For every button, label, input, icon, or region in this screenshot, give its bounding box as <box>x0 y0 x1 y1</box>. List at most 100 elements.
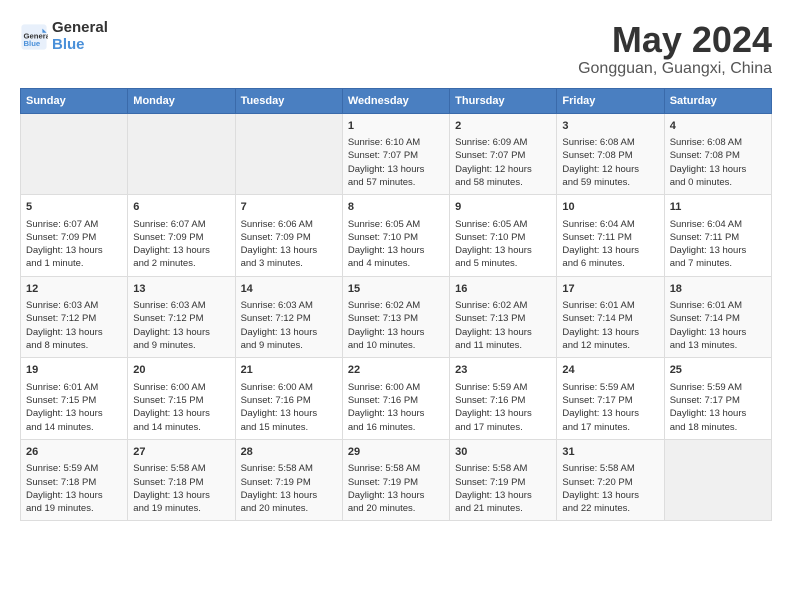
day-info: Sunrise: 6:01 AM <box>670 299 766 312</box>
day-number: 19 <box>26 363 122 378</box>
day-info: Sunset: 7:19 PM <box>348 476 444 489</box>
day-info: Daylight: 13 hours <box>562 244 658 257</box>
day-info: Daylight: 13 hours <box>133 407 229 420</box>
calendar-cell <box>128 113 235 195</box>
day-info: Sunset: 7:09 PM <box>241 231 337 244</box>
calendar-cell: 22Sunrise: 6:00 AMSunset: 7:16 PMDayligh… <box>342 358 449 440</box>
day-info: Daylight: 13 hours <box>348 489 444 502</box>
day-info: and 59 minutes. <box>562 176 658 189</box>
calendar-cell: 17Sunrise: 6:01 AMSunset: 7:14 PMDayligh… <box>557 276 664 358</box>
day-info: Daylight: 13 hours <box>562 407 658 420</box>
calendar-week-row: 12Sunrise: 6:03 AMSunset: 7:12 PMDayligh… <box>21 276 772 358</box>
day-info: and 3 minutes. <box>241 257 337 270</box>
day-info: Daylight: 13 hours <box>455 326 551 339</box>
day-info: Sunrise: 5:58 AM <box>241 462 337 475</box>
day-info: Daylight: 13 hours <box>455 407 551 420</box>
logo-text-line2: Blue <box>52 37 108 54</box>
page-header: General Blue General Blue May 2024 Gongg… <box>20 20 772 78</box>
day-number: 1 <box>348 119 444 134</box>
day-number: 10 <box>562 200 658 215</box>
day-info: Daylight: 13 hours <box>562 489 658 502</box>
calendar-week-row: 26Sunrise: 5:59 AMSunset: 7:18 PMDayligh… <box>21 439 772 521</box>
calendar-cell <box>664 439 771 521</box>
day-info: Daylight: 13 hours <box>670 407 766 420</box>
calendar-cell: 16Sunrise: 6:02 AMSunset: 7:13 PMDayligh… <box>450 276 557 358</box>
day-info: Daylight: 13 hours <box>241 326 337 339</box>
day-number: 25 <box>670 363 766 378</box>
day-number: 31 <box>562 445 658 460</box>
day-info: and 18 minutes. <box>670 421 766 434</box>
calendar-cell: 8Sunrise: 6:05 AMSunset: 7:10 PMDaylight… <box>342 195 449 277</box>
day-info: Sunrise: 6:06 AM <box>241 218 337 231</box>
day-info: Sunrise: 6:01 AM <box>26 381 122 394</box>
day-info: Sunrise: 5:58 AM <box>133 462 229 475</box>
day-number: 27 <box>133 445 229 460</box>
day-info: Sunrise: 6:10 AM <box>348 136 444 149</box>
calendar-cell: 2Sunrise: 6:09 AMSunset: 7:07 PMDaylight… <box>450 113 557 195</box>
calendar-cell: 4Sunrise: 6:08 AMSunset: 7:08 PMDaylight… <box>664 113 771 195</box>
day-number: 23 <box>455 363 551 378</box>
calendar-title: May 2024 <box>578 20 772 60</box>
day-info: Sunrise: 6:03 AM <box>133 299 229 312</box>
day-info: and 5 minutes. <box>455 257 551 270</box>
day-info: Sunset: 7:07 PM <box>455 149 551 162</box>
day-info: Sunrise: 5:59 AM <box>562 381 658 394</box>
day-number: 24 <box>562 363 658 378</box>
day-info: Sunset: 7:16 PM <box>455 394 551 407</box>
day-info: Sunset: 7:13 PM <box>455 312 551 325</box>
calendar-cell: 13Sunrise: 6:03 AMSunset: 7:12 PMDayligh… <box>128 276 235 358</box>
day-info: Daylight: 13 hours <box>133 489 229 502</box>
day-info: Sunrise: 6:08 AM <box>562 136 658 149</box>
calendar-cell: 1Sunrise: 6:10 AMSunset: 7:07 PMDaylight… <box>342 113 449 195</box>
day-info: Sunrise: 5:59 AM <box>455 381 551 394</box>
day-number: 13 <box>133 282 229 297</box>
day-info: Daylight: 13 hours <box>348 244 444 257</box>
calendar-header-row: SundayMondayTuesdayWednesdayThursdayFrid… <box>21 88 772 113</box>
calendar-cell: 15Sunrise: 6:02 AMSunset: 7:13 PMDayligh… <box>342 276 449 358</box>
calendar-cell: 19Sunrise: 6:01 AMSunset: 7:15 PMDayligh… <box>21 358 128 440</box>
day-info: Daylight: 13 hours <box>133 244 229 257</box>
day-info: Sunset: 7:13 PM <box>348 312 444 325</box>
calendar-cell: 6Sunrise: 6:07 AMSunset: 7:09 PMDaylight… <box>128 195 235 277</box>
day-info: Sunset: 7:11 PM <box>670 231 766 244</box>
calendar-cell: 14Sunrise: 6:03 AMSunset: 7:12 PMDayligh… <box>235 276 342 358</box>
calendar-cell: 29 Sunrise: 5:58 AMSunset: 7:19 PMDayligh… <box>342 439 449 521</box>
day-number: 7 <box>241 200 337 215</box>
day-info: Sunset: 7:10 PM <box>348 231 444 244</box>
header-thursday: Thursday <box>450 88 557 113</box>
header-tuesday: Tuesday <box>235 88 342 113</box>
day-info: and 1 minute. <box>26 257 122 270</box>
calendar-cell <box>21 113 128 195</box>
day-info: and 2 minutes. <box>133 257 229 270</box>
day-info: Sunrise: 6:02 AM <box>455 299 551 312</box>
day-info: Sunset: 7:09 PM <box>133 231 229 244</box>
header-monday: Monday <box>128 88 235 113</box>
calendar-cell: 5Sunrise: 6:07 AMSunset: 7:09 PMDaylight… <box>21 195 128 277</box>
day-info: and 0 minutes. <box>670 176 766 189</box>
header-friday: Friday <box>557 88 664 113</box>
day-info: and 57 minutes. <box>348 176 444 189</box>
day-info: Sunset: 7:16 PM <box>348 394 444 407</box>
day-info: Daylight: 13 hours <box>670 244 766 257</box>
day-info: Daylight: 13 hours <box>241 489 337 502</box>
day-info: and 19 minutes. <box>133 502 229 515</box>
day-number: 29 <box>348 445 444 460</box>
day-info: Sunrise: 6:07 AM <box>133 218 229 231</box>
calendar-week-row: 1Sunrise: 6:10 AMSunset: 7:07 PMDaylight… <box>21 113 772 195</box>
day-info: and 21 minutes. <box>455 502 551 515</box>
day-info: Sunset: 7:17 PM <box>670 394 766 407</box>
day-info: Sunset: 7:17 PM <box>562 394 658 407</box>
day-info: Sunrise: 6:00 AM <box>241 381 337 394</box>
day-info: Sunrise: 6:09 AM <box>455 136 551 149</box>
day-info: Sunrise: 6:00 AM <box>133 381 229 394</box>
day-info: and 9 minutes. <box>241 339 337 352</box>
day-info: Sunset: 7:18 PM <box>133 476 229 489</box>
day-info: Sunset: 7:14 PM <box>562 312 658 325</box>
day-number: 22 <box>348 363 444 378</box>
day-info: Daylight: 13 hours <box>26 407 122 420</box>
day-number: 15 <box>348 282 444 297</box>
header-wednesday: Wednesday <box>342 88 449 113</box>
day-info: Sunrise: 5:58 AM <box>348 462 444 475</box>
calendar-cell: 10Sunrise: 6:04 AMSunset: 7:11 PMDayligh… <box>557 195 664 277</box>
day-info: Sunset: 7:19 PM <box>241 476 337 489</box>
